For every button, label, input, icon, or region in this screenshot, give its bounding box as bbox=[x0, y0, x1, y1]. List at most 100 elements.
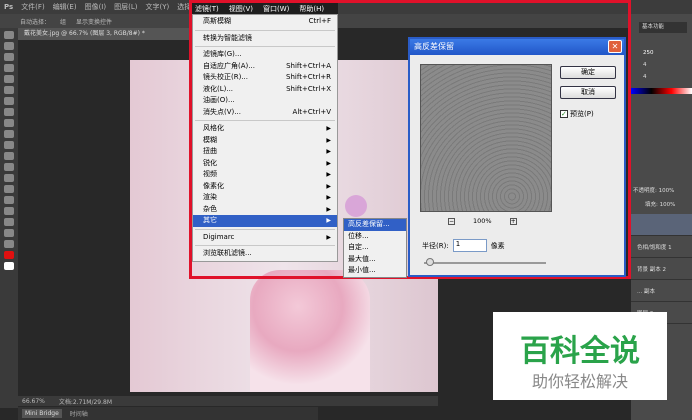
menu-help[interactable]: 帮助(H) bbox=[299, 4, 324, 14]
gradient-tool-icon[interactable] bbox=[4, 152, 14, 160]
eraser-tool-icon[interactable] bbox=[4, 141, 14, 149]
submenu-arrow-icon: ▶ bbox=[326, 205, 331, 213]
shape-tool-icon[interactable] bbox=[4, 218, 14, 226]
move-tool-icon[interactable] bbox=[4, 31, 14, 39]
workspace-select[interactable]: 基本功能 bbox=[639, 22, 687, 33]
filter-menu-item[interactable]: 锐化 ▶ bbox=[193, 158, 337, 170]
radius-label: 半径(R): bbox=[422, 241, 449, 250]
submenu-arrow-icon: ▶ bbox=[326, 217, 331, 224]
filter-menu-item[interactable]: 浏览联机滤镜... bbox=[193, 248, 337, 260]
path-select-tool-icon[interactable] bbox=[4, 207, 14, 215]
background-color-swatch[interactable] bbox=[4, 262, 14, 270]
filter-menu-item[interactable]: 像素化 ▶ bbox=[193, 181, 337, 193]
auto-select-checkbox[interactable]: 自动选择： bbox=[20, 17, 50, 26]
filter-menu-item[interactable]: 高斯模糊 Ctrl+F bbox=[193, 16, 337, 28]
menu-item-label: 油画(O)... bbox=[203, 96, 235, 104]
tab-mini-bridge[interactable]: Mini Bridge bbox=[22, 409, 62, 418]
marquee-tool-icon[interactable] bbox=[4, 42, 14, 50]
auto-select-dropdown[interactable]: 组 bbox=[60, 17, 66, 26]
type-tool-icon[interactable] bbox=[4, 196, 14, 204]
radius-slider-thumb[interactable] bbox=[426, 258, 434, 266]
filter-menu-item[interactable]: 消失点(V)... Alt+Ctrl+V bbox=[193, 107, 337, 119]
menu-filter[interactable]: 滤镜(T) bbox=[195, 4, 219, 14]
eyedropper-tool-icon[interactable] bbox=[4, 86, 14, 94]
menu-item-label: 像素化 bbox=[203, 181, 224, 190]
tab-timeline[interactable]: 时间轴 bbox=[70, 409, 88, 418]
cancel-button[interactable]: 取消 bbox=[560, 86, 616, 99]
red-value[interactable]: 250 bbox=[643, 50, 671, 56]
history-brush-icon[interactable] bbox=[4, 130, 14, 138]
ok-button[interactable]: 确定 bbox=[560, 66, 616, 79]
menu-item-label: 扭曲 bbox=[203, 147, 217, 155]
hand-tool-icon[interactable] bbox=[4, 229, 14, 237]
show-transform-checkbox[interactable]: 显示变换控件 bbox=[76, 17, 112, 26]
radius-row: 半径(R): 1 像素 bbox=[422, 239, 505, 252]
filter-menu-item[interactable]: 油画(O)... bbox=[193, 95, 337, 107]
submenu-item[interactable]: 高反差保留... bbox=[344, 219, 406, 231]
filter-menu-item[interactable]: 风格化 ▶ bbox=[193, 123, 337, 135]
filter-menu-item[interactable]: Digimarc ▶ bbox=[193, 232, 337, 244]
filter-menu-item[interactable]: 自适应广角(A)... Shift+Ctrl+A bbox=[193, 61, 337, 73]
menu-image[interactable]: 图像(I) bbox=[85, 2, 107, 12]
filter-menu-item[interactable]: 扭曲 ▶ bbox=[193, 146, 337, 158]
close-icon[interactable]: ✕ bbox=[608, 40, 622, 53]
healing-tool-icon[interactable] bbox=[4, 97, 14, 105]
menu-item-shortcut: Alt+Ctrl+V bbox=[292, 107, 331, 116]
opacity-input[interactable]: 100% bbox=[659, 188, 675, 194]
green-value[interactable]: 4 bbox=[643, 62, 671, 68]
menu-window[interactable]: 窗口(W) bbox=[263, 4, 289, 14]
submenu-arrow-icon: ▶ bbox=[326, 136, 331, 144]
other-submenu: 高反差保留... 位移... 自定... 最大值... 最小值... bbox=[343, 218, 407, 278]
document-tab[interactable]: 戴花美女.jpg @ 66.7% (图层 3, RGB/8#) * bbox=[18, 28, 198, 40]
dialog-titlebar[interactable]: 高反差保留 ✕ bbox=[410, 39, 624, 55]
submenu-item[interactable]: 自定... bbox=[344, 242, 406, 254]
menu-item-label: 其它 bbox=[203, 216, 217, 224]
zoom-level[interactable]: 66.67% bbox=[22, 398, 45, 405]
filter-menu-item[interactable]: 视频 ▶ bbox=[193, 169, 337, 181]
layer-row-selected[interactable] bbox=[631, 214, 692, 236]
menu-item-label: 液化(L)... bbox=[203, 84, 234, 93]
layer-row[interactable]: 色相/饱和度 1 bbox=[631, 236, 692, 258]
layer-row[interactable]: ... 副本 bbox=[631, 280, 692, 302]
submenu-arrow-icon: ▶ bbox=[326, 125, 331, 132]
filter-menu-item[interactable]: 渲染 ▶ bbox=[193, 192, 337, 204]
menu-view[interactable]: 视图(V) bbox=[229, 4, 253, 14]
lasso-tool-icon[interactable] bbox=[4, 53, 14, 61]
crop-tool-icon[interactable] bbox=[4, 75, 14, 83]
submenu-item[interactable]: 最大值... bbox=[344, 254, 406, 266]
zoom-out-icon[interactable]: − bbox=[448, 217, 455, 225]
foreground-color-swatch[interactable] bbox=[4, 251, 14, 259]
filter-menu-item[interactable]: 液化(L)... Shift+Ctrl+X bbox=[193, 84, 337, 96]
blur-tool-icon[interactable] bbox=[4, 163, 14, 171]
filter-dropdown-menu: 高斯模糊 Ctrl+F 转换为智能滤镜 滤镜库(G)... 自适应广角(A)... Shi… bbox=[192, 14, 338, 262]
radius-slider-track[interactable] bbox=[424, 262, 546, 264]
filter-preview[interactable] bbox=[420, 64, 552, 212]
preview-checkbox[interactable]: ✓ bbox=[560, 110, 568, 118]
submenu-item[interactable]: 位移... bbox=[344, 231, 406, 243]
radius-input[interactable]: 1 bbox=[452, 239, 487, 252]
menu-file[interactable]: 文件(F) bbox=[21, 2, 45, 12]
filter-menu-item[interactable]: 杂色 ▶ bbox=[193, 204, 337, 216]
dodge-tool-icon[interactable] bbox=[4, 174, 14, 182]
bottom-panel-tabs: Mini Bridge 时间轴 bbox=[18, 407, 318, 420]
pen-tool-icon[interactable] bbox=[4, 185, 14, 193]
submenu-item[interactable]: 最小值... bbox=[344, 265, 406, 277]
brush-tool-icon[interactable] bbox=[4, 108, 14, 116]
layer-row[interactable]: 背景 副本 2 bbox=[631, 258, 692, 280]
filter-menu-item[interactable]: 滤镜库(G)... bbox=[193, 49, 337, 61]
menu-edit[interactable]: 编辑(E) bbox=[53, 2, 77, 12]
zoom-in-icon[interactable]: + bbox=[509, 217, 517, 225]
stamp-tool-icon[interactable] bbox=[4, 119, 14, 127]
menu-layer[interactable]: 图层(L) bbox=[114, 2, 137, 12]
filter-menu-item[interactable]: 镜头校正(R)... Shift+Ctrl+R bbox=[193, 72, 337, 84]
menu-item-shortcut: Ctrl+F bbox=[308, 17, 331, 25]
menu-type[interactable]: 文字(Y) bbox=[145, 2, 169, 12]
zoom-tool-icon[interactable] bbox=[4, 240, 14, 248]
quick-select-tool-icon[interactable] bbox=[4, 64, 14, 72]
filter-menu-item[interactable]: 转换为智能滤镜 bbox=[193, 33, 337, 45]
filter-menu-item[interactable]: 其它 ▶ bbox=[193, 215, 337, 227]
fill-input[interactable]: 100% bbox=[660, 202, 676, 208]
filter-menu-item[interactable]: 模糊 ▶ bbox=[193, 135, 337, 147]
color-ramp[interactable] bbox=[631, 88, 692, 94]
blue-value[interactable]: 4 bbox=[643, 74, 671, 80]
